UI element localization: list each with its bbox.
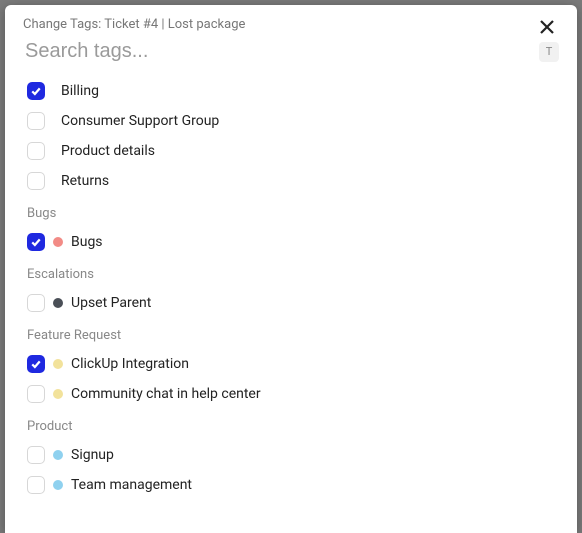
tag-checkbox[interactable] [27, 82, 45, 100]
group-header: Escalations [27, 267, 559, 282]
tag-row[interactable]: Product details [25, 136, 559, 166]
tag-checkbox[interactable] [27, 233, 45, 251]
check-icon [30, 85, 42, 97]
change-tags-modal: Change Tags: Ticket #4 | Lost package T … [5, 5, 577, 533]
color-dot [53, 450, 63, 460]
tag-list[interactable]: Billing Consumer Support Group Product det… [5, 70, 577, 533]
tag-label: Product details [61, 143, 155, 159]
color-dot [53, 298, 63, 308]
tag-row[interactable]: Billing [25, 76, 559, 106]
tag-row[interactable]: Community chat in help center [25, 379, 559, 409]
close-icon [539, 19, 555, 35]
close-button[interactable] [535, 15, 559, 39]
group-header: Feature Request [27, 328, 559, 343]
tag-row[interactable]: Consumer Support Group [25, 106, 559, 136]
tag-label: Community chat in help center [71, 386, 261, 402]
tag-checkbox[interactable] [27, 112, 45, 130]
check-icon [30, 358, 42, 370]
check-icon [30, 236, 42, 248]
tag-checkbox[interactable] [27, 385, 45, 403]
tag-checkbox[interactable] [27, 476, 45, 494]
tag-row[interactable]: Upset Parent [25, 288, 559, 318]
group-header: Bugs [27, 206, 559, 221]
tag-checkbox[interactable] [27, 172, 45, 190]
tag-row[interactable]: Returns [25, 166, 559, 196]
tag-label: Signup [71, 447, 114, 463]
tag-label: Team management [71, 477, 192, 493]
search-input[interactable] [23, 39, 531, 64]
tag-label: Upset Parent [71, 295, 151, 311]
color-dot [53, 237, 63, 247]
group-header: Product [27, 419, 559, 434]
tag-row[interactable]: Team management [25, 470, 559, 500]
modal-header: Change Tags: Ticket #4 | Lost package [5, 5, 577, 39]
tag-checkbox[interactable] [27, 446, 45, 464]
tag-label: Consumer Support Group [61, 113, 219, 129]
color-dot [53, 480, 63, 490]
tag-label: Returns [61, 173, 109, 189]
tag-label: ClickUp Integration [71, 356, 189, 372]
tag-row[interactable]: Bugs [25, 227, 559, 257]
shortcut-badge: T [539, 42, 559, 62]
tag-checkbox[interactable] [27, 355, 45, 373]
tag-label: Billing [61, 83, 99, 99]
color-dot [53, 389, 63, 399]
search-row: T [5, 39, 577, 70]
tag-row[interactable]: ClickUp Integration [25, 349, 559, 379]
tag-checkbox[interactable] [27, 142, 45, 160]
tag-label: Bugs [71, 234, 103, 250]
modal-title: Change Tags: Ticket #4 | Lost package [23, 17, 527, 32]
tag-row[interactable]: Signup [25, 440, 559, 470]
color-dot [53, 359, 63, 369]
tag-checkbox[interactable] [27, 294, 45, 312]
